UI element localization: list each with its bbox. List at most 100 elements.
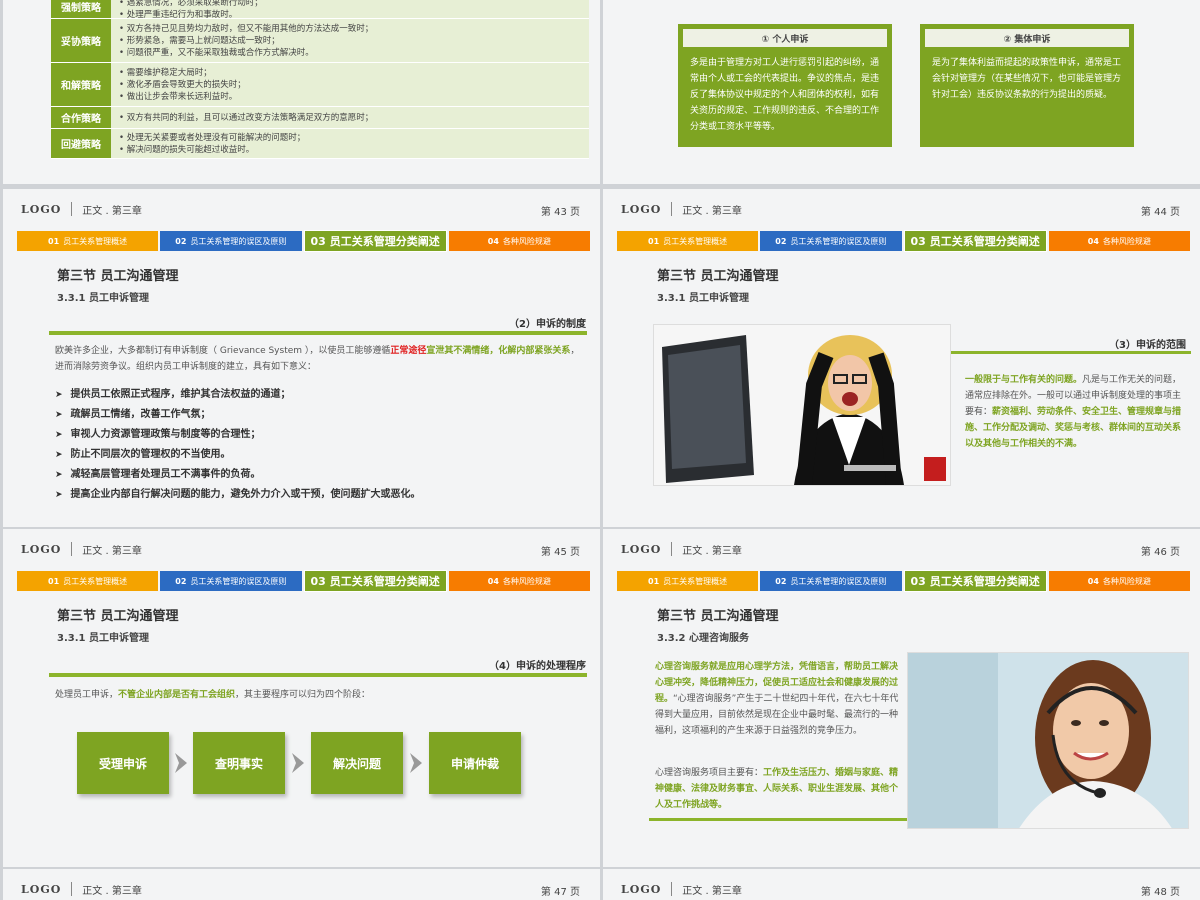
tab-classification[interactable]: 03 员工关系管理分类阐述 [303,230,447,252]
intro-paragraph: 欧美许多企业，大多都制订有申诉制度（ Grievance System ），以使… [55,346,580,372]
card-title: ② 集体申诉 [925,29,1129,47]
nav-tabs: 01 员工关系管理概述 02 员工关系管理的误区及原则 03 员工关系管理分类阐述 0… [17,230,590,252]
row-item: 需要维护稳定大局时； [119,67,581,79]
page-number: 第 47 页 [540,887,580,898]
page-number: 第 45 页 [540,547,580,558]
tab-classification[interactable]: 03 员工关系管理分类阐述 [303,570,447,592]
page-number: 第 46 页 [1140,547,1180,558]
tab-risk[interactable]: 04 各种风险规避 [448,571,590,591]
slide-header: LOGO 正文 . 第三章 [603,869,1200,900]
chevron-right-icon [410,753,422,773]
tab-risk[interactable]: 04 各种风险规避 [448,231,590,251]
row-label: 和解策略 [51,63,111,106]
nav-tabs: 01 员工关系管理概述 02 员工关系管理的误区及原则 03 员工关系管理分类阐述 0… [617,230,1190,252]
tab-classification[interactable]: 03 员工关系管理分类阐述 [903,570,1047,592]
logo: LOGO [21,882,62,896]
row-item: 遇紧急情况，必须采取果断行动时； [119,0,581,9]
content-heading: （4）申诉的处理程序 [489,661,586,672]
row-label: 妥协策略 [51,19,111,62]
list-item: 疏解员工情绪，改善工作气氛； [55,405,421,425]
slide-48[interactable]: LOGO 正文 . 第三章 第 48 页 [603,869,1200,900]
nav-tabs: 01 员工关系管理概述 02 员工关系管理的误区及原则 03 员工关系管理分类阐述 0… [617,570,1190,592]
counseling-paragraph-1: 心理咨询服务就是应用心理学方法，凭借语言，帮助员工解决心理冲突，降低精神压力，促… [655,662,899,736]
list-item: 审视人力资源管理政策与制度等的合理性； [55,425,421,445]
chevron-right-icon [292,753,304,773]
slide-header: LOGO 正文 . 第三章 [3,529,600,569]
row-item: 双方各持己见且势均力敌时，但又不能用其他的方法达成一致时； [119,23,581,35]
step-investigate: 查明事实 [193,732,285,794]
tab-misconceptions[interactable]: 02 员工关系管理的误区及原则 [160,231,302,251]
row-item: 问题很严重，又不能采取独裁或合作方式解决时。 [119,47,581,59]
card-individual-grievance: ① 个人申诉 多是由于管理方对工人进行惩罚引起的纠纷，通常由个人或工会的代表提出… [678,24,892,147]
row-item: 解决问题的损失可能超过收益时。 [119,144,581,156]
row-label: 合作策略 [51,107,111,128]
subsection-title: 3.3.1 员工申诉管理 [57,633,149,644]
table-row: 回避策略 处理无关紧要或者处理没有可能解决的问题时； 解决问题的损失可能超过收益… [51,129,589,159]
row-label: 强制策略 [51,0,111,18]
list-item: 提高企业内部自行解决问题的能力，避免外力介入或干预，使问题扩大或恶化。 [55,485,421,505]
tab-classification[interactable]: 03 员工关系管理分类阐述 [903,230,1047,252]
row-item: 激化矛盾会导致更大的损失时； [119,79,581,91]
logo: LOGO [621,542,662,556]
section-title: 第三节 员工沟通管理 [657,609,779,624]
chapter-label: 正文 . 第三章 [682,545,742,557]
tab-overview[interactable]: 01 员工关系管理概述 [617,571,759,591]
logo: LOGO [21,542,62,556]
row-label: 回避策略 [51,129,111,158]
green-divider [49,331,587,335]
strategy-table: 强制策略 遇紧急情况，必须采取果断行动时； 处理严重违纪行为和事故时。 妥协策略… [51,0,589,159]
subsection-title: 3.3.2 心理咨询服务 [657,633,749,644]
step-accept: 受理申诉 [77,732,169,794]
row-item: 形势紧急，需要马上就问题达成一致时； [119,35,581,47]
step-arbitration: 申请仲裁 [429,732,521,794]
slide-45[interactable]: LOGO 正文 . 第三章 第 45 页 01 员工关系管理概述 02 员工关系管理… [3,529,600,867]
chevron-right-icon [175,753,187,773]
slide-46[interactable]: LOGO 正文 . 第三章 第 46 页 01 员工关系管理概述 02 员工关系管理… [603,529,1200,867]
slide-42[interactable]: 强制策略 遇紧急情况，必须采取果断行动时； 处理严重违纪行为和事故时。 妥协策略… [3,0,600,184]
tab-risk[interactable]: 04 各种风险规避 [1048,571,1190,591]
tab-misconceptions[interactable]: 02 员工关系管理的误区及原则 [760,231,902,251]
row-item: 处理无关紧要或者处理没有可能解决的问题时； [119,132,581,144]
page-number: 第 44 页 [1140,207,1180,218]
chapter-label: 正文 . 第三章 [82,545,142,557]
nav-tabs: 01 员工关系管理概述 02 员工关系管理的误区及原则 03 员工关系管理分类阐述 0… [17,570,590,592]
table-row: 强制策略 遇紧急情况，必须采取果断行动时； 处理严重违纪行为和事故时。 [51,0,589,20]
card-body: 是为了集体利益而提起的政策性申诉，通常是工会针对管理方（在某些情况下，也可能是管… [932,58,1122,100]
significance-list: 提供员工依照正式程序，维护其合法权益的通道； 疏解员工情绪，改善工作气氛； 审视… [55,385,421,505]
logo: LOGO [621,202,662,216]
tab-overview[interactable]: 01 员工关系管理概述 [17,571,159,591]
tab-risk[interactable]: 04 各种风险规避 [1048,231,1190,251]
list-item: 防止不同层次的管理权的不当使用。 [55,445,421,465]
tab-overview[interactable]: 01 员工关系管理概述 [617,231,759,251]
green-divider [649,818,907,821]
slide-47[interactable]: LOGO 正文 . 第三章 第 47 页 [3,869,600,900]
tab-misconceptions[interactable]: 02 员工关系管理的误区及原则 [160,571,302,591]
slide-42b[interactable]: ① 个人申诉 多是由于管理方对工人进行惩罚引起的纠纷，通常由个人或工会的代表提出… [603,0,1200,184]
page-number: 第 43 页 [540,207,580,218]
logo: LOGO [621,882,662,896]
row-item: 做出让步会带来长远利益时。 [119,91,581,103]
logo: LOGO [21,202,62,216]
stressed-woman-photo [653,324,951,486]
slide-header: LOGO 正文 . 第三章 [603,189,1200,229]
row-item: 双方有共同的利益，且可以通过改变方法策略满足双方的意愿时； [119,112,581,124]
tab-overview[interactable]: 01 员工关系管理概述 [17,231,159,251]
subsection-title: 3.3.1 员工申诉管理 [657,293,749,304]
chapter-label: 正文 . 第三章 [682,205,742,217]
slide-43[interactable]: LOGO 正文 . 第三章 第 43 页 01 员工关系管理概述 02 员工关系管理… [3,189,600,527]
green-divider [951,351,1191,354]
slide-header: LOGO 正文 . 第三章 [3,189,600,229]
section-title: 第三节 员工沟通管理 [57,269,179,284]
card-title: ① 个人申诉 [683,29,887,47]
slide-header: LOGO 正文 . 第三章 [3,869,600,900]
call-center-woman-photo [907,652,1189,829]
tab-misconceptions[interactable]: 02 员工关系管理的误区及原则 [760,571,902,591]
slide-header: LOGO 正文 . 第三章 [603,529,1200,569]
slide-44[interactable]: LOGO 正文 . 第三章 第 44 页 01 员工关系管理概述 02 员工关系管理… [603,189,1200,527]
green-divider [49,673,587,677]
scope-paragraph: 一般限于与工作有关的问题。凡是与工作无关的问题，通常应排除在外。一般可以通过申诉… [965,375,1182,449]
subsection-title: 3.3.1 员工申诉管理 [57,293,149,304]
table-row: 和解策略 需要维护稳定大局时； 激化矛盾会导致更大的损失时； 做出让步会带来长远… [51,63,589,107]
table-row: 合作策略 双方有共同的利益，且可以通过改变方法策略满足双方的意愿时； [51,107,589,129]
content-heading: （2）申诉的制度 [509,319,586,330]
